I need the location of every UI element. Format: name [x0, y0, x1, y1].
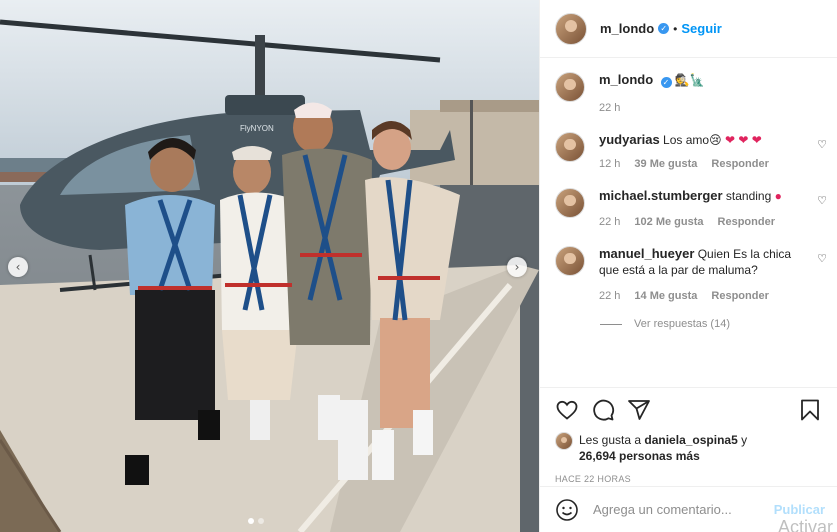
emoji-icon[interactable] [555, 498, 579, 522]
author-avatar[interactable] [555, 12, 587, 45]
liker-avatar[interactable] [555, 432, 573, 450]
photo-scene: FlyNYON [0, 0, 539, 532]
reply-button[interactable]: Responder [711, 156, 768, 172]
reply-button[interactable]: Responder [711, 288, 768, 304]
comment-icon[interactable] [591, 398, 615, 422]
comment-time[interactable]: 22 h [599, 288, 620, 304]
comment-username[interactable]: michael.stumberger [599, 188, 723, 203]
likes-prefix: Les gusta a [579, 433, 645, 447]
commenter-avatar[interactable] [555, 132, 585, 162]
comment-username[interactable]: manuel_hueyer [599, 246, 694, 261]
view-replies-button[interactable]: Ver respuestas (14) [600, 318, 827, 330]
like-comment-heart-icon[interactable]: ♡ [817, 252, 827, 265]
caption: m_londo ✓ 🕵️🗽 22 h [555, 72, 827, 116]
post-photo[interactable]: FlyNYON ‹ › [0, 0, 539, 532]
comment-username[interactable]: yudyarias [599, 132, 660, 147]
next-photo-button[interactable]: › [507, 257, 527, 277]
comment-text: standing [725, 189, 772, 203]
carousel-dots [248, 518, 264, 524]
bookmark-icon[interactable] [798, 398, 822, 422]
comment-likes[interactable]: 39 Me gusta [634, 156, 697, 172]
liker-username[interactable]: daniela_ospina5 [644, 433, 737, 447]
comment-text: Los amo😢 [663, 133, 722, 147]
comment-item: michael.stumberger standing ● 22 h 102 M… [555, 188, 827, 230]
like-comment-heart-icon[interactable]: ♡ [817, 194, 827, 207]
likes-mid: y [737, 433, 748, 447]
post-comment-button[interactable]: Publicar [774, 502, 825, 517]
carousel-dot [258, 518, 264, 524]
share-icon[interactable] [627, 398, 651, 422]
caption-time[interactable]: 22 h [599, 100, 620, 116]
follow-button[interactable]: Seguir [681, 21, 721, 36]
caption-text: 🕵️🗽 [674, 73, 705, 87]
commenter-avatar[interactable] [555, 246, 585, 276]
commenter-avatar[interactable] [555, 188, 585, 218]
caption-meta: 22 h [599, 100, 803, 116]
helicopter-logo-text: FlyNYON [240, 124, 274, 133]
comment-meta: 22 h 14 Me gusta Responder [599, 288, 803, 304]
comments-list: m_londo ✓ 🕵️🗽 22 h yudyarias Los amo😢 ❤ … [555, 72, 827, 330]
comment-input[interactable]: Agrega un comentario... [593, 502, 774, 517]
post-header: m_londo ✓ • Seguir [540, 0, 837, 58]
heart-emoji: ❤ ❤ ❤ [724, 133, 762, 147]
like-comment-heart-icon[interactable]: ♡ [817, 138, 827, 151]
author-avatar[interactable] [555, 72, 585, 102]
comment-likes[interactable]: 102 Me gusta [634, 214, 703, 230]
post-timestamp[interactable]: HACE 22 HORAS [555, 474, 822, 484]
comment-likes[interactable]: 14 Me gusta [634, 288, 697, 304]
previous-photo-button[interactable]: ‹ [8, 257, 28, 277]
comment-item: yudyarias Los amo😢 ❤ ❤ ❤ 12 h 39 Me gust… [555, 132, 827, 172]
add-comment-bar: Agrega un comentario... Publicar Activar [540, 486, 837, 532]
author-username[interactable]: m_londo [600, 21, 654, 36]
comment-meta: 12 h 39 Me gusta Responder [599, 156, 803, 172]
replies-line [600, 323, 622, 325]
heart-icon[interactable] [555, 398, 579, 422]
comment-time[interactable]: 22 h [599, 214, 620, 230]
view-replies-label: Ver respuestas (14) [634, 318, 730, 330]
likes-count[interactable]: 26,694 personas más [579, 449, 700, 463]
action-icons [555, 398, 822, 422]
reply-button[interactable]: Responder [718, 214, 775, 230]
post-sidebar: m_londo ✓ • Seguir m_londo ✓ 🕵️🗽 22 h yu… [539, 0, 837, 532]
likes-summary: Les gusta a daniela_ospina5 y 26,694 per… [555, 432, 822, 464]
carousel-dot [248, 518, 254, 524]
caption-username[interactable]: m_londo [599, 72, 653, 87]
red-circle-emoji: ● [774, 189, 782, 203]
header-separator: • [673, 21, 678, 36]
post-actions: Les gusta a daniela_ospina5 y 26,694 per… [540, 387, 837, 484]
verified-icon: ✓ [660, 77, 672, 88]
comment-time[interactable]: 12 h [599, 156, 620, 172]
likes-text: Les gusta a daniela_ospina5 y 26,694 per… [579, 432, 747, 464]
comment-item: manuel_hueyer Quien Es la chica que está… [555, 246, 827, 304]
activate-watermark: Activar [777, 517, 833, 532]
verified-icon: ✓ [658, 23, 670, 34]
comment-meta: 22 h 102 Me gusta Responder [599, 214, 803, 230]
